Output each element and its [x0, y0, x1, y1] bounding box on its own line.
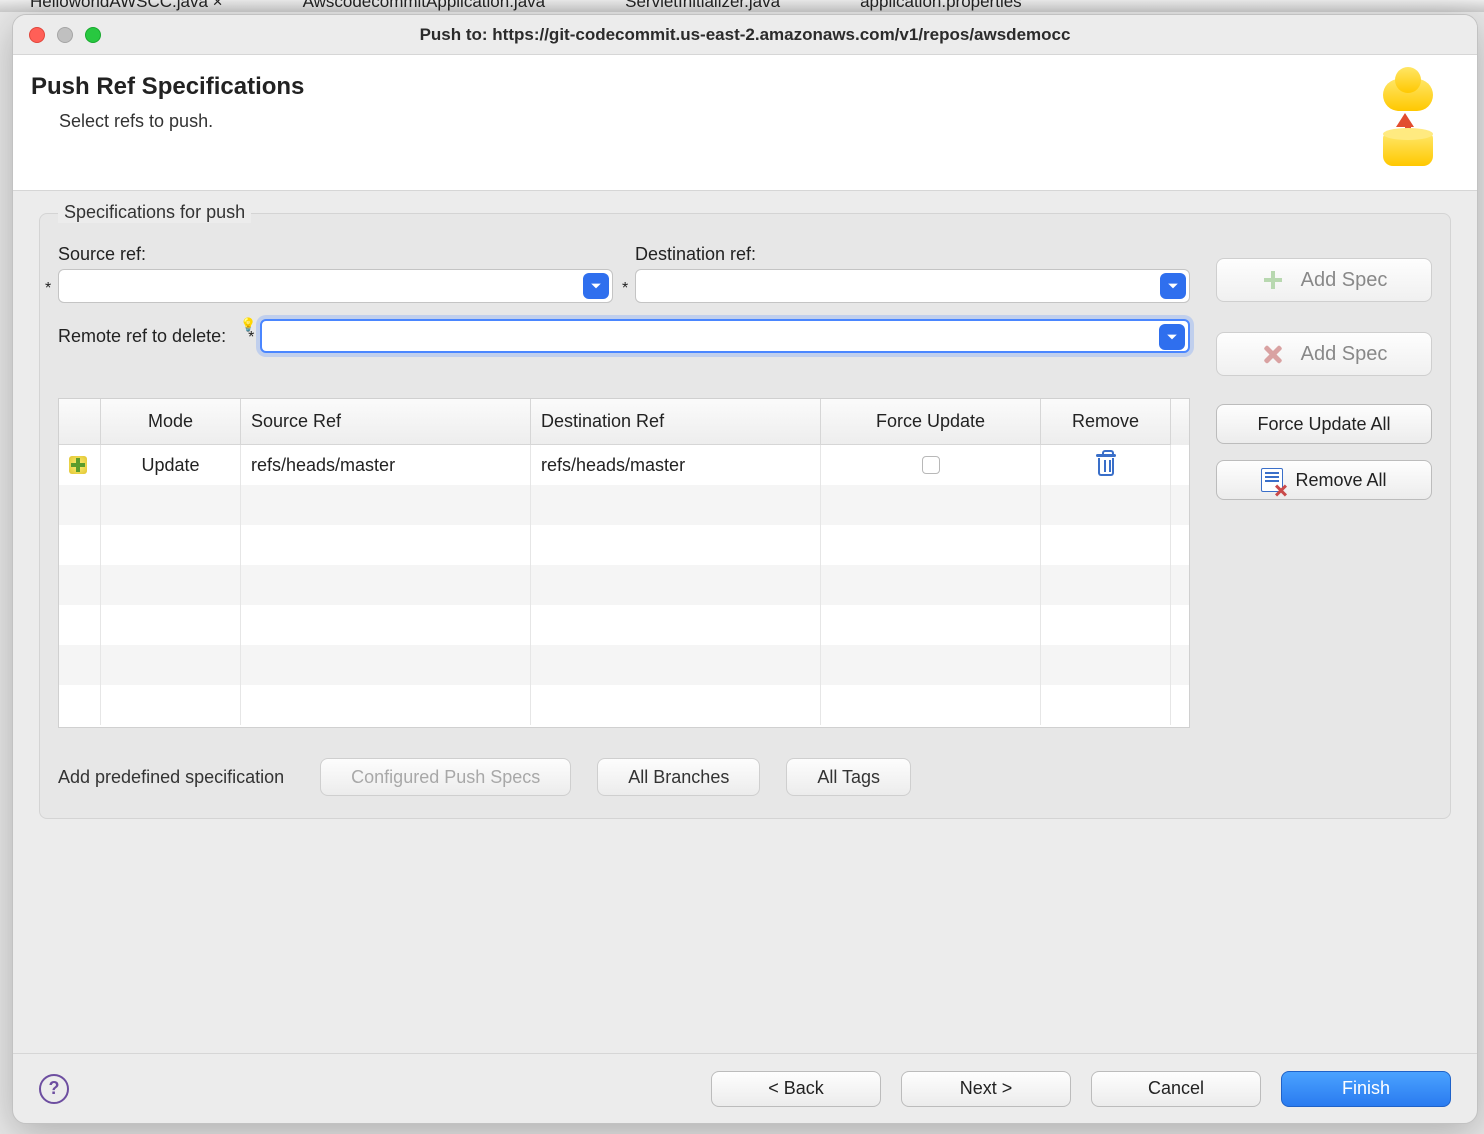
add-spec-button-top[interactable]: Add Spec [1216, 258, 1432, 302]
table-row-empty [59, 525, 1189, 565]
force-update-all-button[interactable]: Force Update All [1216, 404, 1432, 444]
page-title: Push Ref Specifications [31, 73, 304, 101]
back-button[interactable]: < Back [711, 1071, 881, 1107]
help-icon[interactable]: ? [39, 1074, 69, 1104]
table-row-empty [59, 565, 1189, 605]
add-spec-button-bottom[interactable]: Add Spec [1216, 332, 1432, 376]
add-spec-label: Add Spec [1301, 343, 1388, 366]
cell-mode: Update [101, 445, 241, 485]
specifications-group: Specifications for push Source ref: * De… [39, 213, 1451, 819]
required-asterisk: * [622, 280, 628, 298]
all-tags-button[interactable]: All Tags [786, 758, 911, 796]
cancel-button[interactable]: Cancel [1091, 1071, 1261, 1107]
add-mode-icon [69, 456, 87, 474]
page-subtitle: Select refs to push. [31, 111, 304, 132]
table-row-empty [59, 645, 1189, 685]
predefined-row: Add predefined specification Configured … [58, 758, 1432, 796]
dialog-header: Push Ref Specifications Select refs to p… [13, 55, 1477, 191]
table-row-empty [59, 605, 1189, 645]
source-ref-label: Source ref: [58, 244, 613, 265]
table-header-row: Mode Source Ref Destination Ref Force Up… [59, 399, 1189, 445]
cell-dest: refs/heads/master [531, 445, 821, 485]
required-asterisk: * [248, 329, 254, 347]
table-row-empty [59, 685, 1189, 725]
remove-all-icon [1261, 468, 1283, 492]
table-row-empty [59, 485, 1189, 525]
configured-push-specs-button[interactable]: Configured Push Specs [320, 758, 571, 796]
refspec-table: Mode Source Ref Destination Ref Force Up… [58, 398, 1190, 728]
remote-delete-combo[interactable]: * [260, 319, 1190, 353]
push-cloud-icon [1373, 73, 1453, 168]
background-editor-tabs: HelloworldAWSCC.java ×AwscodecommitAppli… [0, 0, 1484, 12]
titlebar: Push to: https://git-codecommit.us-east-… [13, 15, 1477, 55]
force-update-checkbox[interactable] [922, 456, 940, 474]
chevron-down-icon[interactable] [1160, 273, 1186, 299]
destination-ref-combo[interactable]: * [635, 269, 1190, 303]
cell-source: refs/heads/master [241, 445, 531, 485]
dialog-content: Specifications for push Source ref: * De… [13, 191, 1477, 1053]
table-row[interactable]: Update refs/heads/master refs/heads/mast… [59, 445, 1189, 485]
finish-button[interactable]: Finish [1281, 1071, 1451, 1107]
col-dest: Destination Ref [531, 399, 821, 445]
next-button[interactable]: Next > [901, 1071, 1071, 1107]
table-body: Update refs/heads/master refs/heads/mast… [59, 445, 1189, 725]
source-ref-combo[interactable]: * [58, 269, 613, 303]
window-title: Push to: https://git-codecommit.us-east-… [13, 25, 1477, 45]
required-asterisk: * [45, 280, 51, 298]
remote-delete-label: Remote ref to delete: [58, 326, 226, 347]
remove-all-button[interactable]: Remove All [1216, 460, 1432, 500]
x-icon [1264, 345, 1282, 363]
force-update-all-label: Force Update All [1257, 414, 1390, 435]
remove-all-label: Remove All [1295, 470, 1386, 491]
col-force: Force Update [821, 399, 1041, 445]
push-dialog: Push to: https://git-codecommit.us-east-… [12, 14, 1478, 1124]
col-source: Source Ref [241, 399, 531, 445]
dialog-footer: ? < Back Next > Cancel Finish [13, 1053, 1477, 1123]
destination-ref-field: Destination ref: * [635, 244, 1190, 303]
source-ref-field: Source ref: * [58, 244, 613, 303]
all-branches-button[interactable]: All Branches [597, 758, 760, 796]
chevron-down-icon[interactable] [1159, 324, 1185, 350]
col-mode: Mode [101, 399, 241, 445]
add-spec-label: Add Spec [1301, 269, 1388, 292]
plus-icon [1264, 271, 1282, 289]
trash-icon[interactable] [1096, 454, 1116, 476]
col-remove: Remove [1041, 399, 1171, 445]
destination-ref-label: Destination ref: [635, 244, 1190, 265]
predefined-label: Add predefined specification [58, 767, 284, 788]
chevron-down-icon[interactable] [583, 273, 609, 299]
group-legend: Specifications for push [58, 202, 251, 223]
